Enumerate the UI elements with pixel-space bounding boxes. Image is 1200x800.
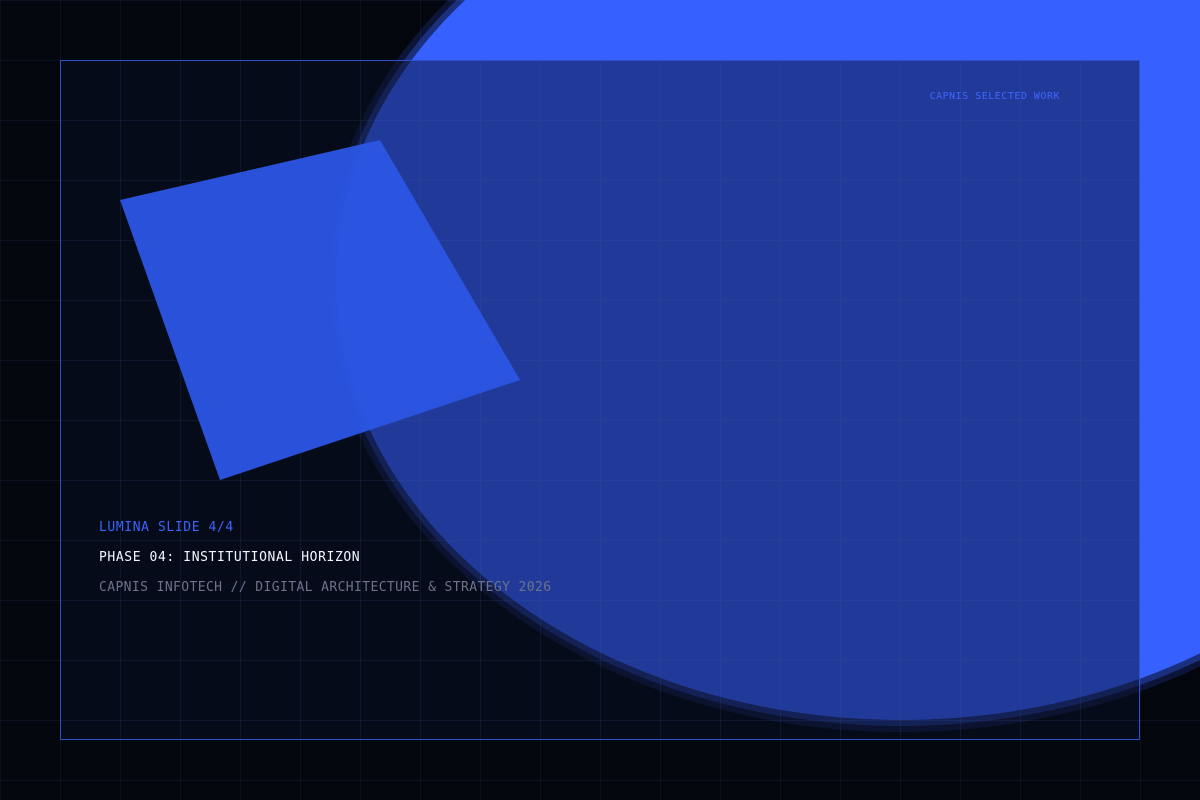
- slide-title: PHASE 04: INSTITUTIONAL HORIZON: [99, 550, 361, 565]
- slide-label: LUMINA SLIDE 4/4: [99, 520, 234, 535]
- slide-text-block: LUMINA SLIDE 4/4 PHASE 04: INSTITUTIONAL…: [99, 519, 619, 597]
- slide-canvas: CAPNIS SELECTED WORK LUMINA SLIDE 4/4 PH…: [0, 0, 1200, 800]
- slide-subtitle: CAPNIS INFOTECH // DIGITAL ARCHITECTURE …: [99, 580, 552, 595]
- header-tag: CAPNIS SELECTED WORK: [929, 91, 1060, 102]
- slide-frame: [60, 60, 1140, 740]
- frame-overlay: [61, 61, 1139, 739]
